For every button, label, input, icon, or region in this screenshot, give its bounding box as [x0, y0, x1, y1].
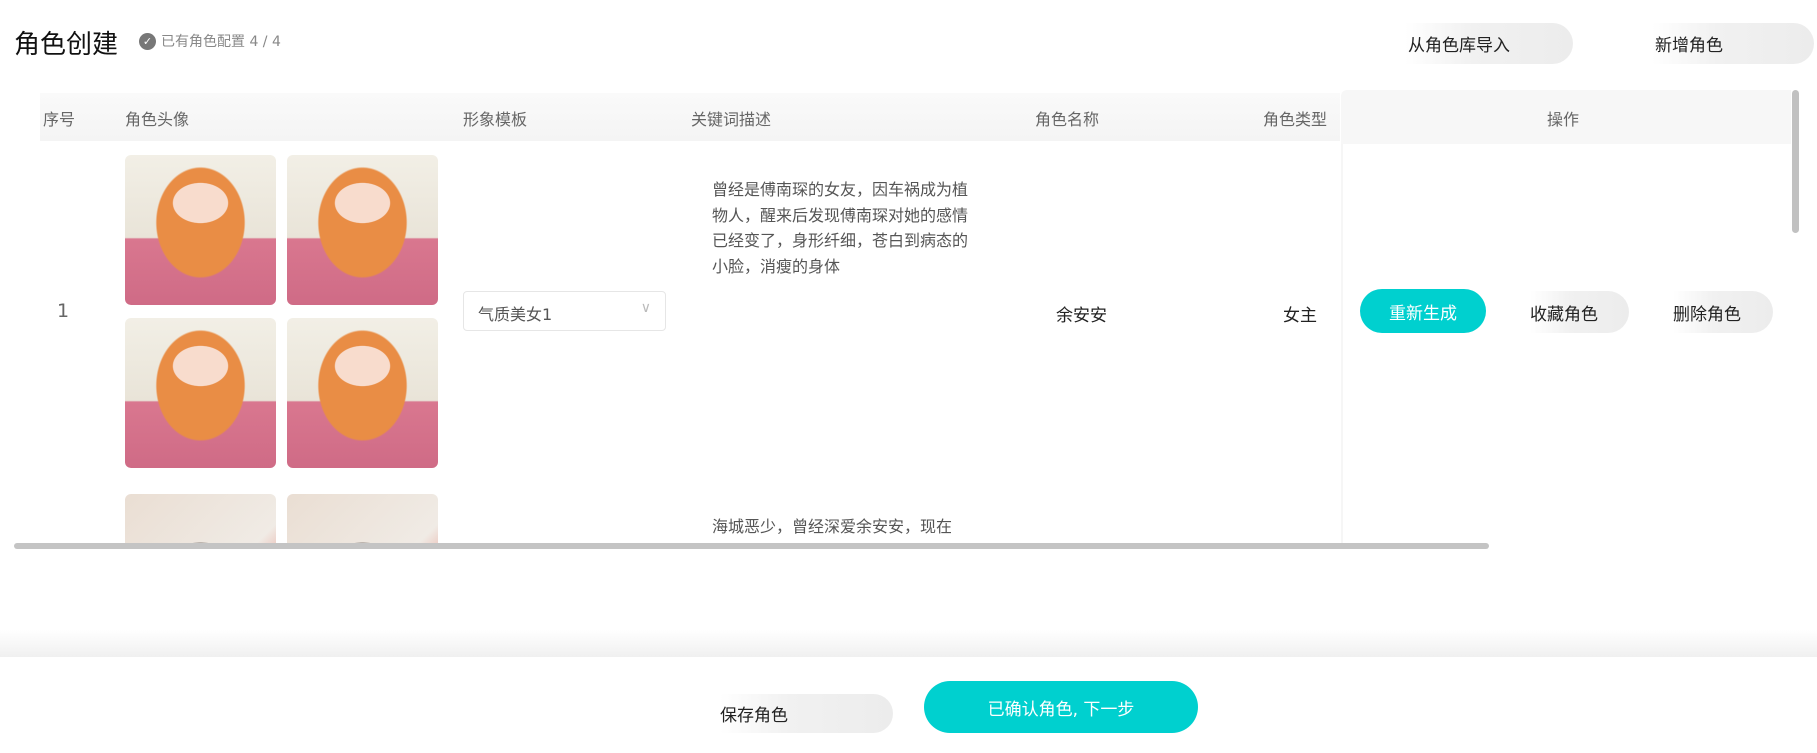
col-name: 角色名称 [1035, 110, 1100, 129]
avatar-image[interactable] [125, 155, 276, 305]
confirm-label: 已确认角色, 下一步 [987, 699, 1135, 720]
col-avatar: 角色头像 [125, 110, 190, 129]
template-value: 气质美女1 [478, 305, 553, 324]
avatar-image[interactable] [125, 494, 276, 543]
save-label: 保存角色 [720, 706, 788, 726]
delete-label: 删除角色 [1673, 304, 1741, 325]
chevron-down-icon: ∨ [640, 300, 651, 316]
col-template: 形象模板 [463, 110, 528, 129]
add-role-button[interactable]: 新增角色 [1652, 23, 1814, 64]
regenerate-button[interactable]: 重新生成 [1360, 289, 1486, 333]
role-type[interactable]: 女主 [1283, 301, 1317, 326]
import-from-library-button[interactable]: 从角色库导入 [1405, 23, 1573, 64]
regenerate-label: 重新生成 [1389, 303, 1457, 324]
save-role-button[interactable]: 保存角色 [720, 694, 893, 733]
config-count-badge: ✓ 已有角色配置 4 / 4 [139, 31, 281, 51]
description-text[interactable]: 海城恶少，曾经深爱余安安，现在 [712, 514, 982, 540]
favorite-label: 收藏角色 [1530, 304, 1598, 325]
table-row: 海城恶少，曾经深爱余安安，现在 [0, 494, 1340, 543]
actions-column [1341, 144, 1791, 544]
col-description: 关键词描述 [691, 110, 772, 129]
badge-text: 已有角色配置 4 / 4 [161, 34, 281, 50]
check-circle-icon: ✓ [139, 32, 156, 50]
col-type: 角色类型 [1263, 110, 1328, 129]
avatar-image[interactable] [287, 494, 438, 543]
template-select[interactable]: 气质美女1 ∨ [463, 291, 666, 331]
delete-role-button[interactable]: 删除角色 [1673, 291, 1773, 333]
horizontal-scrollbar[interactable] [14, 543, 1489, 549]
role-name[interactable]: 余安安 [1056, 301, 1107, 326]
avatar-image[interactable] [125, 318, 276, 468]
avatar-image[interactable] [287, 318, 438, 468]
confirm-next-button[interactable]: 已确认角色, 下一步 [924, 681, 1198, 733]
add-label: 新增角色 [1655, 36, 1723, 56]
favorite-role-button[interactable]: 收藏角色 [1530, 291, 1629, 333]
page-title: 角色创建 [14, 30, 119, 60]
avatar-image[interactable] [287, 155, 438, 305]
vertical-scrollbar[interactable] [1792, 90, 1799, 233]
row-index: 1 [57, 300, 70, 322]
import-label: 从角色库导入 [1408, 36, 1510, 56]
col-index: 序号 [43, 110, 76, 129]
col-actions: 操作 [1547, 110, 1580, 129]
description-text[interactable]: 曾经是傅南琛的女友，因车祸成为植物人，醒来后发现傅南琛对她的感情已经变了，身形纤… [712, 177, 982, 279]
table-header [40, 93, 1340, 141]
footer-divider [0, 630, 1817, 657]
